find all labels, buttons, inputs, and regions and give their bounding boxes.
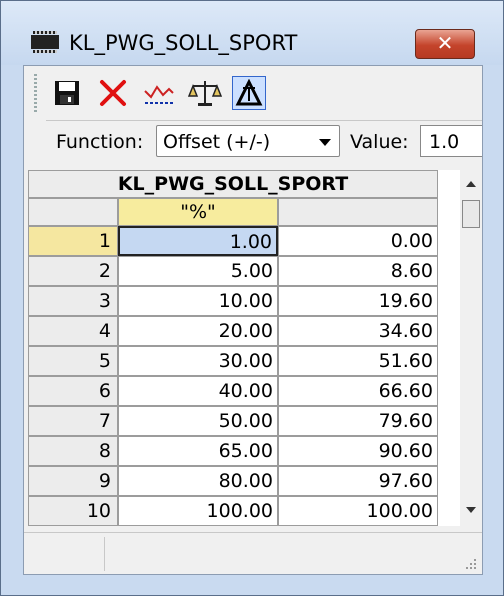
table-cell-x[interactable]: 1.00 [118, 226, 278, 256]
close-button[interactable]: ✕ [415, 29, 475, 59]
delta-icon [235, 79, 263, 106]
table-cell-y[interactable]: 97.60 [278, 466, 438, 496]
value-input-text: 1.0 [429, 131, 460, 153]
table-cell-x[interactable]: 50.00 [118, 406, 278, 436]
status-bar [24, 532, 482, 575]
chevron-down-icon [319, 139, 331, 146]
row-header[interactable]: 9 [28, 466, 118, 496]
delta-button[interactable] [232, 76, 266, 110]
chip-icon [31, 31, 59, 53]
scroll-up-icon[interactable] [465, 180, 477, 188]
toolbar [24, 66, 482, 118]
row-header[interactable]: 4 [28, 316, 118, 346]
save-icon [55, 81, 79, 105]
table-cell-x[interactable]: 10.00 [118, 286, 278, 316]
row-header[interactable]: 1 [28, 226, 118, 256]
delete-icon [100, 80, 126, 106]
table-cell-y[interactable]: 8.60 [278, 256, 438, 286]
resize-grip-icon[interactable] [464, 557, 478, 571]
scroll-thumb[interactable] [462, 200, 480, 228]
corner-header [28, 198, 118, 226]
row-header[interactable]: 6 [28, 376, 118, 406]
table-cell-y[interactable]: 0.00 [278, 226, 438, 256]
table-cell-y[interactable]: 100.00 [278, 496, 438, 526]
curve-icon [144, 85, 174, 104]
table-cell-x[interactable]: 5.00 [118, 256, 278, 286]
table-cell-y[interactable]: 79.60 [278, 406, 438, 436]
table-cell-x[interactable]: 40.00 [118, 376, 278, 406]
table-cell-y[interactable]: 51.60 [278, 346, 438, 376]
window-title: KL_PWG_SOLL_SPORT [69, 31, 298, 55]
table-cell-x[interactable]: 100.00 [118, 496, 278, 526]
row-header[interactable]: 7 [28, 406, 118, 436]
row-header[interactable]: 3 [28, 286, 118, 316]
map-table: KL_PWG_SOLL_SPORT "%" 1 1.00 0.00 2 5.00 8.60… [28, 170, 460, 526]
delete-button[interactable] [96, 76, 130, 110]
balance-button[interactable] [188, 76, 222, 110]
table-cell-y[interactable]: 19.60 [278, 286, 438, 316]
save-button[interactable] [50, 76, 84, 110]
table-cell-x[interactable]: 65.00 [118, 436, 278, 466]
table-cell-y[interactable]: 34.60 [278, 316, 438, 346]
toolbar-grip[interactable] [34, 74, 37, 114]
curve-button[interactable] [142, 76, 176, 110]
function-select[interactable]: Offset (+/-) [156, 125, 340, 157]
table-cell-x[interactable]: 80.00 [118, 466, 278, 496]
row-header[interactable]: 5 [28, 346, 118, 376]
function-bar: Function: Offset (+/-) Value: 1.0 [46, 120, 482, 165]
function-label: Function: [56, 131, 144, 153]
unit-header[interactable]: "%" [118, 198, 278, 226]
vertical-scrollbar[interactable] [460, 170, 482, 526]
scroll-down-icon[interactable] [465, 506, 477, 514]
column-header[interactable] [278, 198, 438, 226]
function-select-value: Offset (+/-) [163, 131, 271, 153]
title-bar[interactable]: KL_PWG_SOLL_SPORT ✕ [1, 1, 503, 65]
value-input[interactable]: 1.0 [420, 125, 482, 157]
table-editor-window: KL_PWG_SOLL_SPORT ✕ Function: Offset (+/… [0, 0, 504, 596]
table-cell-x[interactable]: 30.00 [118, 346, 278, 376]
row-header[interactable]: 8 [28, 436, 118, 466]
status-separator [104, 537, 105, 571]
value-label: Value: [350, 131, 409, 153]
table-cell-x[interactable]: 20.00 [118, 316, 278, 346]
client-area: Function: Offset (+/-) Value: 1.0 KL_PWG… [23, 65, 483, 575]
row-header[interactable]: 10 [28, 496, 118, 526]
row-header[interactable]: 2 [28, 256, 118, 286]
table-cell-y[interactable]: 90.60 [278, 436, 438, 466]
balance-icon [188, 81, 222, 106]
table-cell-y[interactable]: 66.60 [278, 376, 438, 406]
table-title: KL_PWG_SOLL_SPORT [28, 170, 438, 198]
